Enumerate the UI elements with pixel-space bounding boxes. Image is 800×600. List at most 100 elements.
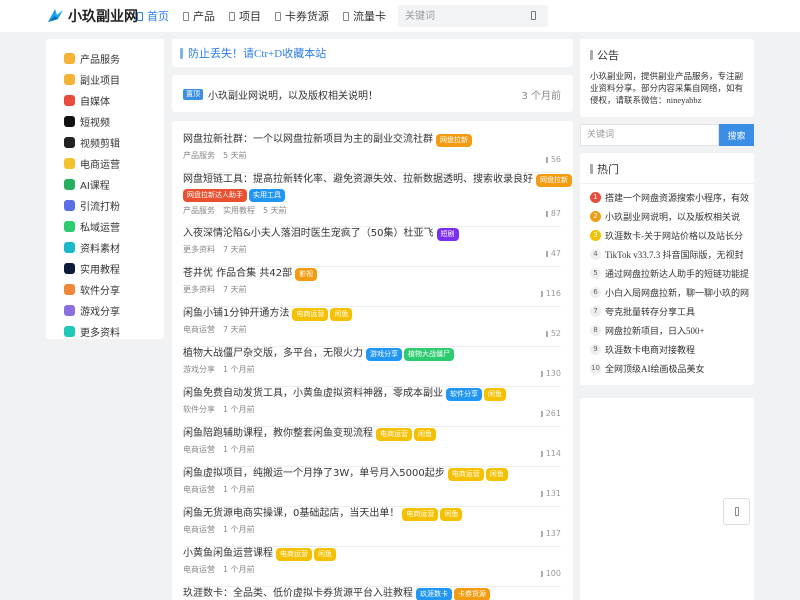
sidebar-search-input[interactable] [580,124,719,146]
hot-item-title[interactable]: 玖涯数卡-关于网站价格以及站长分 [605,229,750,242]
post-tag[interactable]: 影视 [295,267,318,281]
post-category[interactable]: 产品服务 [183,150,215,161]
post-tag[interactable]: 网盘拉新 [436,133,472,147]
post-tag[interactable]: 闲鱼 [484,387,506,401]
post-title[interactable]: 网盘拉新社群：一个以网盘拉新项目为主的副业交流社群 [183,133,433,147]
category-item[interactable]: 视频剪辑 [64,134,160,150]
post-title[interactable]: 闲鱼小铺1分钟开通方法 [183,307,289,321]
nav-projects[interactable]: 项目 [229,8,261,24]
hot-item-title[interactable]: 夸克批量转存分享工具 [605,305,750,318]
post-tag[interactable]: 电商运营 [292,307,329,321]
post-time: 1 个月前 [223,365,255,374]
post-category[interactable]: 软件分享 [183,404,215,415]
post-title[interactable]: 闲鱼免费自动发货工具，小黄鱼虚拟资料神器，零成本副业 [183,387,443,401]
hot-item[interactable]: 4 TikTok v33.7.3 抖音国际版，无视封 [590,247,750,261]
post-category[interactable]: 电商运营 [183,444,215,455]
post-tag[interactable]: 网盘拉新 [536,173,572,187]
category-item[interactable]: 电商运营 [64,155,160,171]
hot-item-title[interactable]: 网盘拉新项目，日入500+ [605,324,750,337]
hot-item-title[interactable]: 通过网盘拉新达人助手的短链功能提 [605,267,750,280]
category-item[interactable]: 产品服务 [64,50,160,66]
post-title[interactable]: 网盘短链工具：提高拉新转化率、避免资源失效、拉新数据透明、搜索收录良好 [183,173,533,187]
post-category[interactable]: 游戏分享 [183,364,215,375]
post-title[interactable]: 闲鱼虚拟项目，纯搬运一个月挣了3W，单号月入5000起步 [183,467,445,481]
post-tag[interactable]: 电商运营 [376,427,412,441]
post-title[interactable]: 闲鱼无货源电商实操课，0基础起店，当天出单！ [183,507,399,521]
hot-item[interactable]: 10 全网顶级AI绘画极品美女 [590,361,750,375]
post-tag[interactable]: 短剧 [436,227,459,241]
post-tag[interactable]: 电商运营 [402,507,439,521]
post-tag[interactable]: 闲鱼 [314,547,336,561]
post-title[interactable]: 入夜深情沦陷&小夫人落泪时医生宠疯了（50集）杜亚飞 [183,227,434,241]
hot-item[interactable]: 6 小白入局网盘拉新，聊一聊小玖的网 [590,285,750,299]
back-to-top-button[interactable] [723,498,750,525]
post-title[interactable]: 植物大战僵尸杂交版，多平台，无限火力 [183,347,363,361]
hot-item-title[interactable]: 全网顶级AI绘画极品美女 [605,362,750,375]
bookmark-notice: 防止丢失！请Ctr+D收藏本站 [172,39,573,67]
nav-home[interactable]: 首页 [137,8,169,24]
post-tag[interactable]: 玖涯数卡 [416,587,452,600]
post-item: 植物大战僵尸杂交版，多平台，无限火力 游戏分享 植物大战僵尸 游戏分享 1 个月前 130 [183,347,561,387]
sidebar-search-button[interactable]: 搜索 [719,124,754,146]
post-category[interactable]: 产品服务 [183,205,215,216]
category-item[interactable]: 软件分享 [64,281,160,297]
post-tag[interactable]: 实用工具 [249,189,285,202]
post-tag[interactable]: 电商运营 [276,547,312,561]
post-category[interactable]: 电商运营 [183,484,215,495]
post-tag[interactable]: 游戏分享 [366,347,402,361]
category-item[interactable]: 更多资料 [64,323,160,339]
nav-sim[interactable]: 流量卡 [343,8,386,24]
post-title[interactable]: 苍井优 作品合集 共42部 [183,267,292,281]
category-item[interactable]: 资料素材 [64,239,160,255]
nav-cards[interactable]: 卡券货源 [275,8,329,24]
post-title[interactable]: 闲鱼陪跑辅助课程，教你整套闲鱼变现流程 [183,427,373,441]
category-item[interactable]: 实用教程 [64,260,160,276]
hot-item-title[interactable]: 小白入局网盘拉新，聊一聊小玖的网 [605,286,750,299]
post-tag[interactable]: 闲鱼 [414,427,436,441]
hot-item[interactable]: 9 玖涯数卡电商对接教程 [590,342,750,356]
hot-item[interactable]: 1 搭建一个网盘资源搜索小程序，有效 [590,190,750,204]
category-item[interactable]: 游戏分享 [64,302,160,318]
category-item[interactable]: AI课程 [64,176,160,192]
pinned-post-title[interactable]: 小玖副业网说明，以及版权相关说明！ [208,87,378,102]
post-category[interactable]: 电商运营 [183,564,215,575]
post-tag[interactable]: 植物大战僵尸 [404,347,454,361]
post-category[interactable]: 更多资料 [183,244,215,255]
post-meta: 更多资料 7 天前 [183,284,561,295]
category-item[interactable]: 自媒体 [64,92,160,108]
site-logo[interactable]: 小玖副业网 [46,6,138,26]
post-tag[interactable]: 软件分享 [446,387,482,401]
post-title[interactable]: 小黄鱼闲鱼运营课程 [183,547,273,561]
search-icon[interactable] [531,11,536,20]
announcement-body: 小玖副业网，提供副业产品服务，专注副业资料分享。部分内容采集自网络，如有侵权，请… [590,71,744,105]
post-category[interactable]: 实用教程 [223,205,255,216]
nav-products[interactable]: 产品 [183,8,215,24]
hot-item[interactable]: 2 小玖副业网说明，以及版权相关说 [590,209,750,223]
pinned-post[interactable]: 置顶 小玖副业网说明，以及版权相关说明！ 3 个月前 [172,75,573,112]
header-search-input[interactable] [398,5,518,27]
post-category[interactable]: 电商运营 [183,324,215,335]
post-category[interactable]: 更多资料 [183,284,215,295]
category-item[interactable]: 副业项目 [64,71,160,87]
hot-item-title[interactable]: 玖涯数卡电商对接教程 [605,343,750,356]
post-tag[interactable]: 电商运营 [447,467,484,481]
hot-item-title[interactable]: 小玖副业网说明，以及版权相关说 [605,210,750,223]
category-item[interactable]: 私域运营 [64,218,160,234]
hot-item[interactable]: 5 通过网盘拉新达人助手的短链功能提 [590,266,750,280]
hot-item-title[interactable]: 搭建一个网盘资源搜索小程序，有效 [605,191,750,204]
hot-item[interactable]: 7 夸克批量转存分享工具 [590,304,750,318]
post-category[interactable]: 电商运营 [183,524,215,535]
hot-rank: 2 [590,210,601,222]
hot-item[interactable]: 3 玖涯数卡-关于网站价格以及站长分 [590,228,750,242]
post-tag[interactable]: 卡券货源 [454,587,490,600]
hot-item[interactable]: 8 网盘拉新项目，日入500+ [590,323,750,337]
post-item: 闲鱼免费自动发货工具，小黄鱼虚拟资料神器，零成本副业 软件分享 闲鱼 软件分享 1 个月… [183,387,561,427]
post-tag[interactable]: 闲鱼 [485,467,508,481]
post-tag[interactable]: 网盘拉新达人助手 [183,189,247,202]
category-item[interactable]: 引流打粉 [64,197,160,213]
post-title[interactable]: 玖涯数卡：全品类、低价虚拟卡券货源平台入驻教程 [183,587,413,600]
category-item[interactable]: 短视频 [64,113,160,129]
post-tag[interactable]: 闲鱼 [440,507,463,521]
post-tag[interactable]: 闲鱼 [330,307,353,321]
hot-item-title[interactable]: TikTok v33.7.3 抖音国际版，无视封 [605,248,750,261]
